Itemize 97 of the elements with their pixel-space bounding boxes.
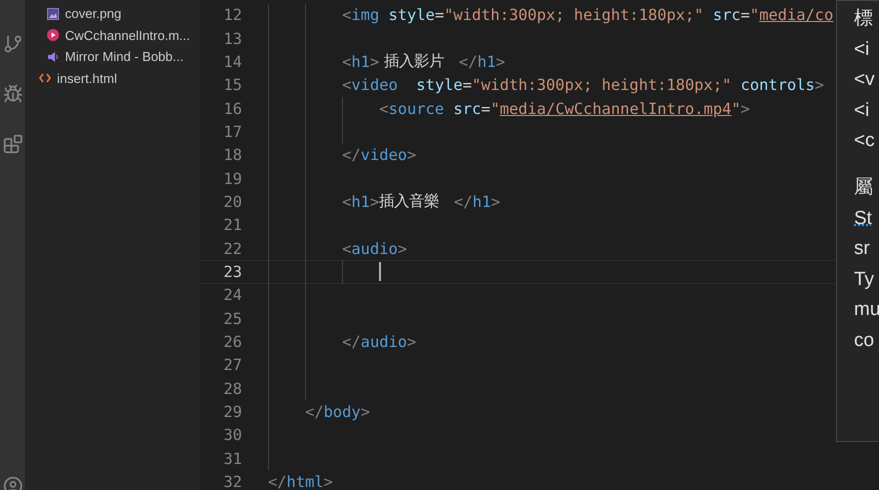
code-token: < — [342, 76, 352, 94]
line-number: 31 — [222, 450, 242, 468]
panel-text: Ty — [854, 268, 874, 292]
code-token: = — [481, 100, 490, 118]
code-token: < — [342, 192, 352, 211]
line-number: 25 — [222, 310, 242, 328]
code-token: </ — [305, 403, 324, 422]
line-number: 15 — [222, 76, 242, 94]
panel-text: 標 — [854, 7, 873, 31]
branch-icon[interactable] — [3, 34, 23, 54]
code-token: > — [491, 192, 500, 211]
code-token: > — [496, 52, 506, 71]
line-number: 17 — [222, 122, 242, 141]
code-token: html — [286, 473, 324, 490]
code-token: > — [324, 473, 333, 490]
line-number: 30 — [222, 426, 242, 444]
line-number: 23 — [222, 262, 242, 281]
code-token: > — [370, 192, 380, 211]
code-token: > — [407, 332, 416, 351]
panel-text: <i — [854, 38, 870, 62]
code-token: style — [387, 6, 435, 24]
code-token: " — [731, 100, 741, 118]
code-token: media/co — [759, 6, 834, 24]
code-token: video — [360, 146, 408, 164]
code-token: > — [398, 240, 408, 258]
panel-text: 屬 — [854, 176, 873, 200]
line-number: 12 — [222, 6, 242, 24]
code-token: < — [379, 100, 388, 118]
code-token: " — [490, 100, 500, 118]
code-token: " — [750, 6, 760, 24]
panel-text: St — [854, 206, 872, 231]
line-number: 18 — [222, 146, 242, 164]
line-number: 20 — [222, 192, 242, 211]
code-token: </ — [342, 146, 361, 164]
code-token: style — [415, 76, 463, 94]
code-icon — [39, 73, 51, 84]
speaker-icon — [47, 50, 59, 63]
line-number: 21 — [222, 216, 242, 234]
code-token: h1 — [351, 192, 370, 211]
code-token: h1 — [472, 192, 492, 211]
code-token: > — [814, 76, 824, 94]
code-token: src — [452, 100, 482, 118]
code-token: > — [360, 403, 370, 422]
line-number: 28 — [222, 380, 242, 398]
code-token: 插入影片 — [383, 51, 446, 72]
code-token: 插入音樂 — [379, 191, 440, 212]
line-number: 24 — [222, 286, 242, 304]
panel-text: <c — [854, 129, 875, 154]
file-item[interactable]: CwCchannelIntro.m... — [65, 28, 190, 43]
code-token: < — [342, 6, 352, 24]
code-token: < — [342, 52, 352, 71]
code-token: </ — [454, 192, 472, 211]
code-token: video — [351, 76, 398, 94]
line-number: 32 — [222, 473, 242, 490]
panel-text: <i — [854, 98, 870, 123]
line-number: 27 — [222, 356, 242, 374]
line-number: 22 — [222, 240, 242, 258]
code-token: > — [740, 100, 750, 118]
code-token: h1 — [477, 52, 496, 71]
panel-text: <v — [854, 68, 875, 92]
code-token: h1 — [351, 52, 370, 71]
code-token: src — [712, 6, 741, 24]
line-number: 14 — [222, 52, 242, 71]
code-token: body — [324, 403, 361, 422]
panel-text: mu — [854, 298, 879, 322]
panel-text: co — [854, 328, 874, 353]
file-item[interactable]: insert.html — [57, 70, 117, 86]
code-token: = — [462, 76, 472, 94]
code-token: "width:300px; height:180px;" — [444, 6, 704, 24]
account-icon[interactable] — [3, 476, 23, 490]
code-token: = — [740, 6, 750, 24]
bug-icon[interactable] — [3, 84, 23, 104]
code-token: media/CwCchannelIntro.mp4 — [500, 100, 732, 118]
code-token: "width:300px; height:180px;" — [472, 76, 732, 94]
code-token: img — [351, 6, 380, 24]
panel-text: sr — [854, 237, 870, 262]
code-token: > — [370, 52, 380, 71]
code-token: </ — [458, 52, 478, 71]
line-number: 29 — [222, 403, 242, 422]
code-token: </ — [342, 332, 361, 351]
extensions-icon[interactable] — [3, 134, 23, 154]
code-token: source — [388, 100, 444, 118]
code-token: = — [434, 6, 444, 24]
line-number: 26 — [222, 332, 242, 351]
code-token: </ — [268, 473, 287, 490]
file-item[interactable]: cover.png — [65, 6, 122, 22]
play-icon — [47, 29, 59, 42]
line-number: 13 — [222, 30, 242, 48]
line-number: 19 — [222, 170, 242, 188]
code-token: audio — [351, 240, 398, 258]
code-token: controls — [740, 76, 815, 94]
file-item[interactable]: Mirror Mind - Bobb... — [65, 49, 184, 64]
code-token: > — [407, 146, 416, 164]
code-token: < — [342, 240, 352, 258]
line-number: 16 — [222, 100, 242, 118]
image-file-icon — [47, 8, 59, 20]
code-token: audio — [360, 332, 408, 351]
